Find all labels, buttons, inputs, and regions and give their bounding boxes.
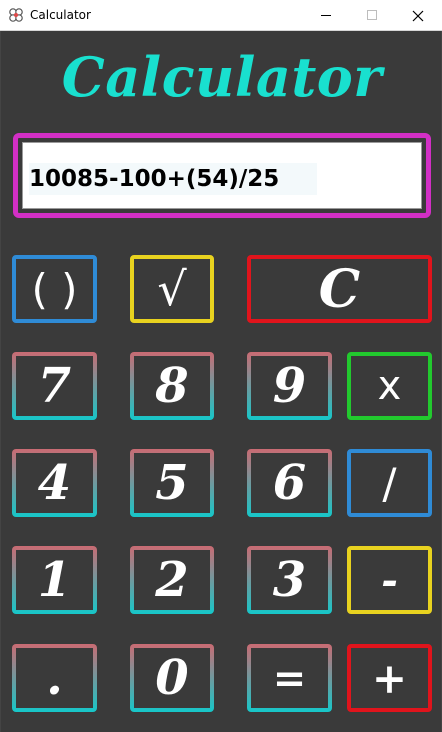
close-button[interactable]	[395, 0, 441, 31]
digit-1-label: 1	[37, 552, 72, 608]
window-title: Calculator	[30, 8, 91, 22]
digit-5-label: 5	[155, 455, 189, 511]
digit-9-button[interactable]: 9	[247, 352, 332, 420]
add-label: +	[371, 653, 408, 703]
digit-2-button[interactable]: 2	[130, 546, 214, 614]
digit-3-button[interactable]: 3	[247, 546, 332, 614]
sqrt-label: √	[157, 262, 187, 316]
digit-2-label: 2	[155, 552, 189, 608]
decimal-point-button[interactable]: .	[12, 644, 97, 712]
multiply-label: x	[377, 363, 402, 409]
calculator-app: Calculator 10085-100+(54)/25 ( ) √ C 7 8…	[0, 31, 442, 732]
digit-7-button[interactable]: 7	[12, 352, 97, 420]
add-button[interactable]: +	[347, 644, 432, 712]
parentheses-button[interactable]: ( )	[12, 255, 97, 323]
digit-6-button[interactable]: 6	[247, 449, 332, 517]
equals-label: =	[272, 654, 307, 702]
digit-1-button[interactable]: 1	[12, 546, 97, 614]
divide-label: /	[382, 458, 397, 508]
digit-0-button[interactable]: 0	[130, 644, 214, 712]
digit-0-label: 0	[155, 650, 189, 706]
digit-4-label: 4	[37, 455, 72, 511]
multiply-button[interactable]: x	[347, 352, 432, 420]
expression-display[interactable]: 10085-100+(54)/25	[22, 142, 422, 209]
digit-7-label: 7	[37, 358, 72, 414]
decimal-point-label: .	[46, 650, 63, 706]
expression-text: 10085-100+(54)/25	[29, 163, 318, 195]
subtract-label: -	[381, 556, 398, 604]
window-titlebar[interactable]: Calculator	[0, 0, 442, 31]
clear-button[interactable]: C	[247, 255, 432, 323]
minimize-icon	[320, 15, 331, 16]
maximize-icon	[366, 10, 377, 20]
digit-5-button[interactable]: 5	[130, 449, 214, 517]
digit-8-button[interactable]: 8	[130, 352, 214, 420]
close-icon	[412, 10, 424, 21]
minimize-button[interactable]	[303, 0, 349, 31]
clear-label: C	[318, 258, 361, 320]
divide-button[interactable]: /	[347, 449, 432, 517]
digit-6-label: 6	[272, 455, 307, 511]
app-heading: Calculator	[61, 45, 383, 109]
maximize-button[interactable]	[349, 0, 395, 31]
sqrt-button[interactable]: √	[130, 255, 214, 323]
digit-9-label: 9	[272, 358, 307, 414]
calculator-app-icon	[9, 8, 23, 22]
parentheses-label: ( )	[31, 264, 78, 314]
display-frame: 10085-100+(54)/25	[13, 133, 431, 218]
equals-button[interactable]: =	[247, 644, 332, 712]
digit-8-label: 8	[155, 358, 189, 414]
subtract-button[interactable]: -	[347, 546, 432, 614]
digit-3-label: 3	[272, 552, 307, 608]
digit-4-button[interactable]: 4	[12, 449, 97, 517]
